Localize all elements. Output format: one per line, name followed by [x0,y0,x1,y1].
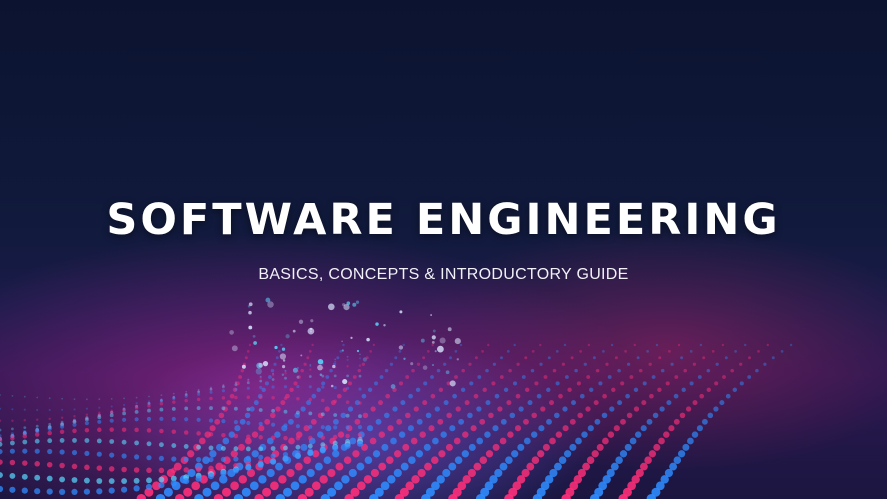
hero-banner: SOFTWARE ENGINEERING BASICS, CONCEPTS & … [0,0,887,499]
page-subtitle: BASICS, CONCEPTS & INTRODUCTORY GUIDE [258,266,629,283]
page-title: SOFTWARE ENGINEERING [106,195,781,245]
particle-wave-graphic [0,297,793,499]
